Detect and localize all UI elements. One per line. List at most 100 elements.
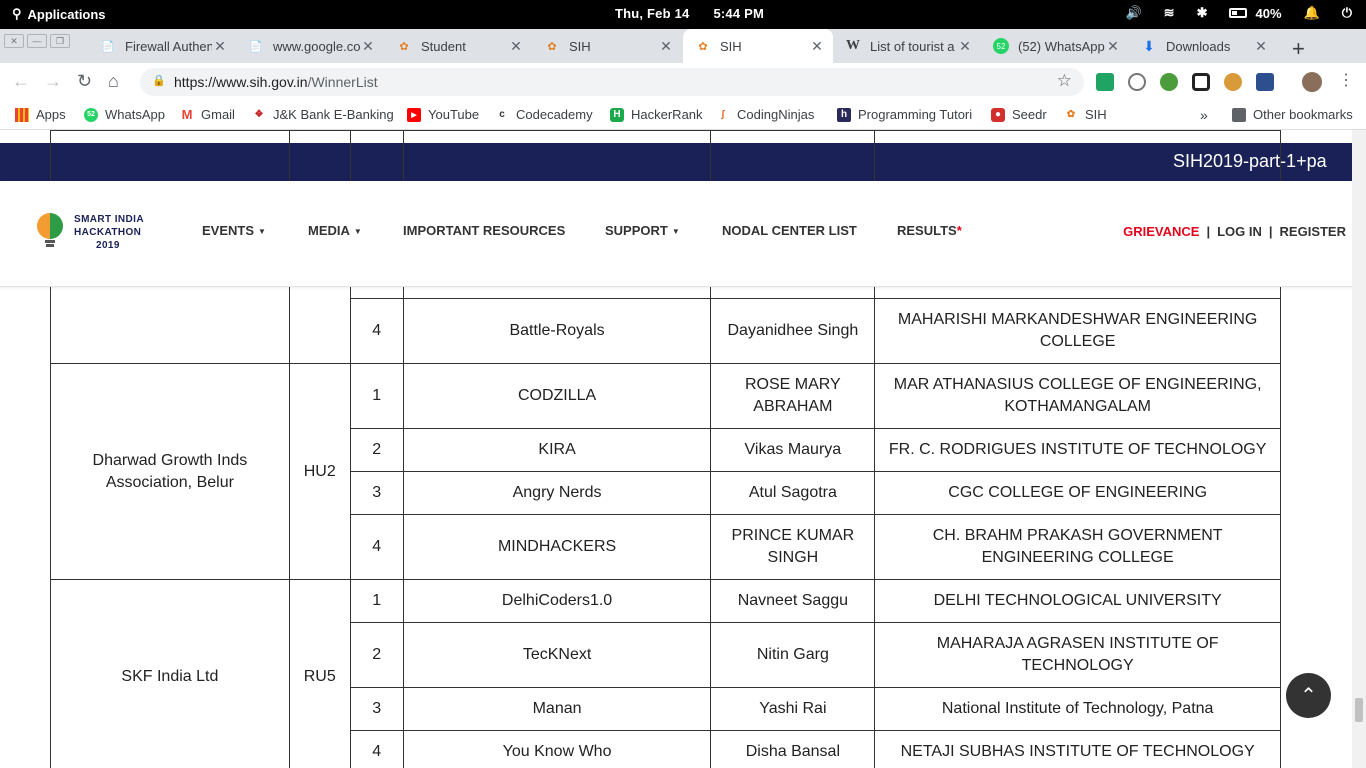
forward-arrow-icon[interactable]: →: [44, 71, 62, 92]
bookmark-sih[interactable]: ✿ SIH: [1064, 107, 1107, 122]
maximize-window-icon[interactable]: ❐: [50, 34, 70, 48]
menu-nodal-center-list[interactable]: NODAL CENTER LIST: [722, 223, 857, 238]
power-icon[interactable]: ⏻: [1342, 5, 1352, 21]
notification-bell-icon[interactable]: 🔔: [1304, 5, 1320, 21]
college-cell: FR. C. RODRIGUES INSTITUTE OF TECHNOLOGY: [874, 428, 1281, 472]
wifi-icon[interactable]: ≋: [1164, 5, 1175, 21]
codingninjas-icon: ∫: [721, 109, 725, 120]
bookmark-label: Gmail: [201, 107, 235, 122]
tab-title: www.google.co: [273, 38, 360, 54]
browser-tab[interactable]: W List of tourist a ✕: [833, 29, 981, 63]
table-row: SKF India Ltd RU5 1 DelhiCoders1.0 Navne…: [50, 579, 1281, 768]
menu-media[interactable]: MEDIA ▼: [308, 223, 362, 238]
whatsapp-icon: 52: [993, 38, 1009, 54]
bookmarks-overflow-icon[interactable]: »: [1200, 107, 1208, 123]
address-bar[interactable]: 🔒 https://www.sih.gov.in/WinnerList ☆: [140, 68, 1084, 96]
page-icon: 📄: [249, 40, 263, 53]
close-tab-icon[interactable]: ✕: [1253, 38, 1269, 55]
browser-tab[interactable]: ✿ SIH ✕: [532, 29, 682, 63]
login-link[interactable]: LOG IN: [1217, 224, 1262, 239]
logo-line: HACKATHON: [74, 227, 142, 238]
seedr-icon: ●: [991, 107, 1005, 122]
cookie-extension-icon[interactable]: [1224, 73, 1242, 91]
back-arrow-icon[interactable]: ←: [12, 71, 30, 92]
register-link[interactable]: REGISTER: [1280, 224, 1346, 239]
bookmark-programming-tutorials[interactable]: h Programming Tutori: [837, 107, 972, 122]
bookmark-seedr[interactable]: ● Seedr: [991, 107, 1047, 122]
page-viewport: SIH2019-part-1+pa SMART INDIA HACKATHON …: [0, 130, 1352, 768]
close-tab-icon[interactable]: ✕: [1105, 38, 1121, 55]
page-scrollbar[interactable]: [1352, 130, 1366, 768]
menu-important-resources[interactable]: IMPORTANT RESOURCES: [403, 223, 565, 238]
browser-menu-icon[interactable]: ⋮: [1338, 70, 1354, 90]
close-window-icon[interactable]: ✕: [4, 34, 24, 48]
cloud-extension-icon[interactable]: [1128, 73, 1146, 91]
volume-icon[interactable]: 🔊: [1125, 5, 1141, 21]
square-extension-icon[interactable]: [1192, 73, 1210, 91]
bookmark-gmail[interactable]: M Gmail: [180, 107, 235, 122]
logo-line: 2019: [96, 240, 120, 251]
close-tab-icon[interactable]: ✕: [360, 38, 376, 55]
auth-links: GRIEVANCE | LOG IN | REGISTER: [1123, 224, 1346, 239]
close-tab-icon[interactable]: ✕: [957, 38, 973, 55]
battery-indicator[interactable]: 40%: [1229, 6, 1282, 21]
rank-cell: 3: [349, 471, 404, 515]
browser-tab[interactable]: 📄 Firewall Authen ✕: [88, 29, 236, 63]
close-tab-icon[interactable]: ✕: [508, 38, 524, 55]
bookmark-apps[interactable]: Apps: [15, 107, 66, 122]
bookmark-jk-bank[interactable]: ❖ J&K Bank E-Banking: [252, 107, 394, 122]
new-tab-icon[interactable]: +: [1292, 36, 1305, 62]
translate-extension-icon[interactable]: [1256, 73, 1274, 91]
bookmark-youtube[interactable]: ▶ YouTube: [407, 107, 479, 122]
rank-cell: 1: [349, 579, 404, 623]
bluetooth-icon[interactable]: ✱: [1197, 5, 1208, 21]
bookmark-star-icon[interactable]: ☆: [1057, 71, 1072, 91]
minimize-window-icon[interactable]: —: [27, 34, 47, 48]
bookmark-codecademy[interactable]: c Codecademy: [495, 107, 592, 122]
bookmark-whatsapp[interactable]: 52 WhatsApp: [84, 107, 165, 122]
rank-cell: 4: [349, 730, 404, 768]
browser-tab-active[interactable]: ✿ SIH ✕: [683, 29, 833, 63]
clock[interactable]: Thu, Feb 14 5:44 PM: [615, 6, 788, 21]
table-row: Dharwad Growth Inds Association, Belur H…: [50, 363, 1281, 580]
menu-label: IMPORTANT RESOURCES: [403, 223, 566, 238]
close-tab-icon[interactable]: ✕: [212, 38, 228, 55]
logo-text: SMART INDIA HACKATHON 2019: [74, 213, 144, 252]
menu-support[interactable]: SUPPORT ▼: [605, 223, 680, 238]
browser-tab[interactable]: ✿ Student ✕: [384, 29, 532, 63]
home-icon[interactable]: ⌂: [108, 71, 119, 92]
folder-icon: [1232, 107, 1246, 122]
bookmark-label: WhatsApp: [105, 107, 165, 122]
caret-down-icon: ▼: [258, 227, 266, 237]
jk-bank-icon: ❖: [254, 109, 264, 120]
browser-tab[interactable]: 📄 www.google.co ✕: [236, 29, 384, 63]
applications-menu[interactable]: ⚲ Applications: [12, 6, 106, 22]
grievance-link[interactable]: GRIEVANCE: [1123, 224, 1199, 239]
close-tab-icon[interactable]: ✕: [809, 38, 825, 55]
system-top-bar: ⚲ Applications Thu, Feb 14 5:44 PM 🔊 ≋ ✱ …: [0, 0, 1366, 29]
team-cell: Manan: [402, 687, 712, 731]
menu-results[interactable]: RESULTS*: [897, 223, 962, 238]
scrollbar-thumb[interactable]: [1355, 698, 1363, 722]
reload-icon[interactable]: ↻: [77, 71, 92, 92]
back-to-top-button[interactable]: ⌃: [1286, 673, 1331, 718]
browser-tab[interactable]: ⬇ Downloads ✕: [1129, 29, 1277, 63]
bookmark-codingninjas[interactable]: ∫ CodingNinjas: [716, 107, 815, 122]
close-tab-icon[interactable]: ✕: [658, 38, 674, 55]
menu-events[interactable]: EVENTS ▼: [202, 223, 266, 238]
page-icon: 📄: [101, 40, 115, 53]
bookmark-hackerrank[interactable]: H HackerRank: [610, 107, 703, 122]
other-bookmarks[interactable]: Other bookmarks: [1232, 107, 1353, 122]
leader-cell: PRINCE KUMAR SINGH: [710, 514, 876, 580]
bookmark-label: Apps: [36, 107, 66, 122]
browser-tab[interactable]: 52 (52) WhatsApp ✕: [981, 29, 1129, 63]
sih-logo[interactable]: SMART INDIA HACKATHON 2019: [34, 209, 154, 257]
shield-extension-icon[interactable]: [1096, 73, 1114, 91]
college-cell: MAR ATHANASIUS COLLEGE OF ENGINEERING, K…: [874, 363, 1281, 429]
globe-extension-icon[interactable]: [1160, 73, 1178, 91]
leader-cell: Dayanidhee Singh: [710, 298, 876, 364]
results-asterisk: *: [956, 223, 962, 238]
wikipedia-icon: W: [846, 38, 860, 53]
profile-avatar[interactable]: [1302, 72, 1322, 92]
window-controls: ✕ — ❐: [4, 34, 70, 48]
